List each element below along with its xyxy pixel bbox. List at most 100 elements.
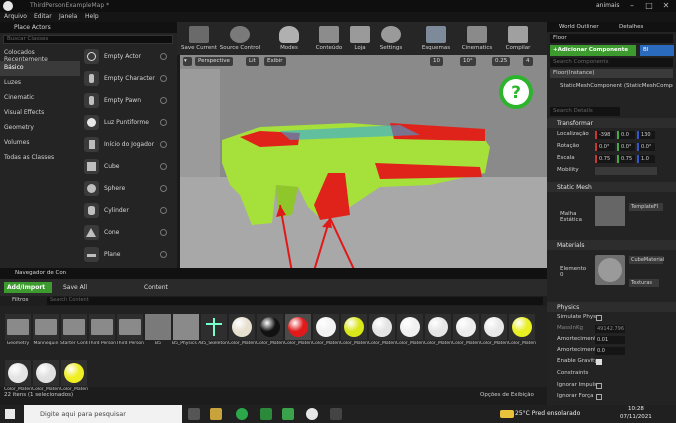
content-browser-tab[interactable]: Navegador de Con xyxy=(0,268,547,279)
search-details-input[interactable]: Search Details xyxy=(550,107,620,116)
file-explorer-icon[interactable] xyxy=(210,408,222,420)
help-icon[interactable] xyxy=(160,97,167,104)
category-geometry[interactable]: Geometry xyxy=(0,121,80,136)
actor-name-field[interactable]: Floor xyxy=(550,34,673,43)
source-control-button[interactable]: Source Control xyxy=(219,24,261,54)
weather-icon[interactable] xyxy=(500,410,514,418)
viewport-options-icon[interactable]: ▾ xyxy=(183,57,192,66)
help-icon[interactable] xyxy=(160,251,167,258)
clock-time[interactable]: 10:28 xyxy=(628,406,644,412)
location-y-field[interactable]: 0.0 xyxy=(617,131,635,139)
angular-damping-field[interactable]: 0.0 xyxy=(595,347,625,355)
location-x-field[interactable]: -398 xyxy=(595,131,615,139)
blueprint-button[interactable]: Bl xyxy=(640,45,674,56)
actor-item[interactable]: Início do Jogador xyxy=(82,135,170,155)
search-content-input[interactable]: Search Content xyxy=(47,297,543,305)
menu-help[interactable]: Help xyxy=(85,13,99,20)
menu-editar[interactable]: Editar xyxy=(34,13,52,20)
actor-item[interactable]: Empty Character xyxy=(82,69,170,89)
clock-date[interactable]: 07/11/2021 xyxy=(620,414,652,420)
category-recent[interactable]: Colocados Recentemente xyxy=(0,46,80,63)
asset-mesh[interactable]: B5 xyxy=(145,314,171,356)
transform-section-header[interactable]: Transformar xyxy=(547,118,676,128)
help-icon[interactable] xyxy=(160,119,167,126)
user-name[interactable]: animais xyxy=(596,2,619,9)
blueprints-button[interactable]: Esquemas xyxy=(415,24,457,54)
actor-item[interactable]: Empty Pawn xyxy=(82,91,170,111)
help-icon[interactable] xyxy=(160,229,167,236)
instance-row[interactable]: Floor(Instance) xyxy=(550,69,673,78)
asset-material[interactable]: Color_Material_M 0003 xyxy=(340,314,368,356)
rotate-snap[interactable]: 10° xyxy=(460,57,476,66)
asset-material[interactable]: Color_Material_M 0001 xyxy=(284,314,312,356)
constraints-label[interactable]: Constraints xyxy=(550,370,673,379)
settings-button[interactable]: Settings xyxy=(370,24,412,54)
asset-material[interactable]: Color_Material_M 0004 xyxy=(368,314,396,356)
help-icon[interactable] xyxy=(160,185,167,192)
unreal-taskbar-icon[interactable] xyxy=(306,408,318,420)
mesh-selector[interactable]: TemplateFl xyxy=(629,203,663,211)
details-tab[interactable]: Detalhes xyxy=(619,24,643,30)
ignore-force-checkbox[interactable] xyxy=(596,394,602,400)
chrome-icon[interactable] xyxy=(236,408,248,420)
mass-field[interactable]: 49142.796 xyxy=(595,325,625,333)
help-icon[interactable] xyxy=(160,163,167,170)
asset-material[interactable]: Color_Material_M 0007 xyxy=(452,314,480,356)
menu-arquivo[interactable]: Arquivo xyxy=(4,13,27,20)
asset-folder[interactable]: Mannequin xyxy=(33,314,59,356)
asset-material[interactable]: Color_Material_M 0002 xyxy=(312,314,340,356)
asset-material[interactable]: Color_Material_M 0008 xyxy=(480,314,508,356)
actor-item[interactable]: Cube xyxy=(82,157,170,177)
asset-material[interactable]: Color_Material_M 0005 xyxy=(396,314,424,356)
rotation-z-field[interactable]: 0.0° xyxy=(637,143,655,151)
maximize-icon[interactable]: □ xyxy=(643,1,655,11)
unreal-editor-taskbar-icon[interactable] xyxy=(330,408,342,420)
save-current-button[interactable]: Save Current xyxy=(178,24,220,54)
ignore-impulse-checkbox[interactable] xyxy=(596,383,602,389)
asset-material[interactable]: Color_Material_M 0011 xyxy=(32,360,60,402)
scale-x-field[interactable]: 0.75 xyxy=(595,155,615,163)
category-volumes[interactable]: Volumes xyxy=(0,136,80,151)
actor-item[interactable]: Empty Actor xyxy=(82,47,170,67)
help-icon[interactable] xyxy=(160,141,167,148)
asset-material[interactable]: Color_Material_M 0010 xyxy=(4,360,32,402)
world-outliner-tab[interactable]: World Outliner xyxy=(559,24,599,30)
asset-material[interactable]: Color_Material_M 0009 xyxy=(508,314,536,356)
actor-item[interactable]: Cone xyxy=(82,223,170,243)
enable-gravity-checkbox[interactable] xyxy=(596,359,602,365)
place-actors-tab[interactable]: Place Actors xyxy=(0,22,177,33)
help-icon[interactable] xyxy=(160,75,167,82)
category-lights[interactable]: Luzes xyxy=(0,76,80,91)
category-cinematic[interactable]: Cinematic xyxy=(0,91,80,106)
asset-material[interactable]: Color_Material_M 0006 xyxy=(424,314,452,356)
add-import-button[interactable]: Add/Import xyxy=(4,282,52,293)
category-all-classes[interactable]: Todas as Classes xyxy=(0,151,80,166)
asset-folder[interactable]: Third PersonBP xyxy=(116,314,144,356)
asset-skeleton[interactable]: B5_Skeleton xyxy=(200,314,228,356)
category-visual-effects[interactable]: Visual Effects xyxy=(0,106,80,121)
component-row[interactable]: StaticMeshComponent (StaticMeshComponent… xyxy=(550,83,673,92)
show-button[interactable]: Exibir xyxy=(264,57,286,66)
material-selector[interactable]: CubeMaterial xyxy=(629,256,664,264)
cinematics-button[interactable]: Cinematics xyxy=(456,24,498,54)
asset-folder[interactable]: Third Person xyxy=(88,314,116,356)
perspective-button[interactable]: Perspective xyxy=(195,57,233,66)
compile-button[interactable]: Compilar xyxy=(497,24,539,54)
category-basic[interactable]: Básico xyxy=(0,61,80,76)
view-options-button[interactable]: Opções de Exibição xyxy=(480,392,534,398)
scale-z-field[interactable]: 1.0 xyxy=(637,155,655,163)
rotation-x-field[interactable]: 0.0° xyxy=(595,143,615,151)
unreal-logo-icon[interactable] xyxy=(3,1,13,11)
spreadsheet-icon[interactable] xyxy=(260,408,272,420)
mobility-toggle[interactable] xyxy=(595,167,657,175)
weather-text[interactable]: 25°C Pred ensolarado xyxy=(515,410,580,417)
location-z-field[interactable]: 130 xyxy=(637,131,655,139)
app-icon[interactable] xyxy=(282,408,294,420)
minimize-icon[interactable]: – xyxy=(626,1,638,11)
lit-button[interactable]: Lit xyxy=(246,57,259,66)
material-thumbnail[interactable] xyxy=(595,255,625,285)
static-mesh-section-header[interactable]: Static Mesh xyxy=(547,182,676,192)
simulate-physics-checkbox[interactable] xyxy=(596,315,602,321)
windows-start-icon[interactable] xyxy=(5,409,15,419)
asset-folder[interactable]: Geometry xyxy=(5,314,31,356)
